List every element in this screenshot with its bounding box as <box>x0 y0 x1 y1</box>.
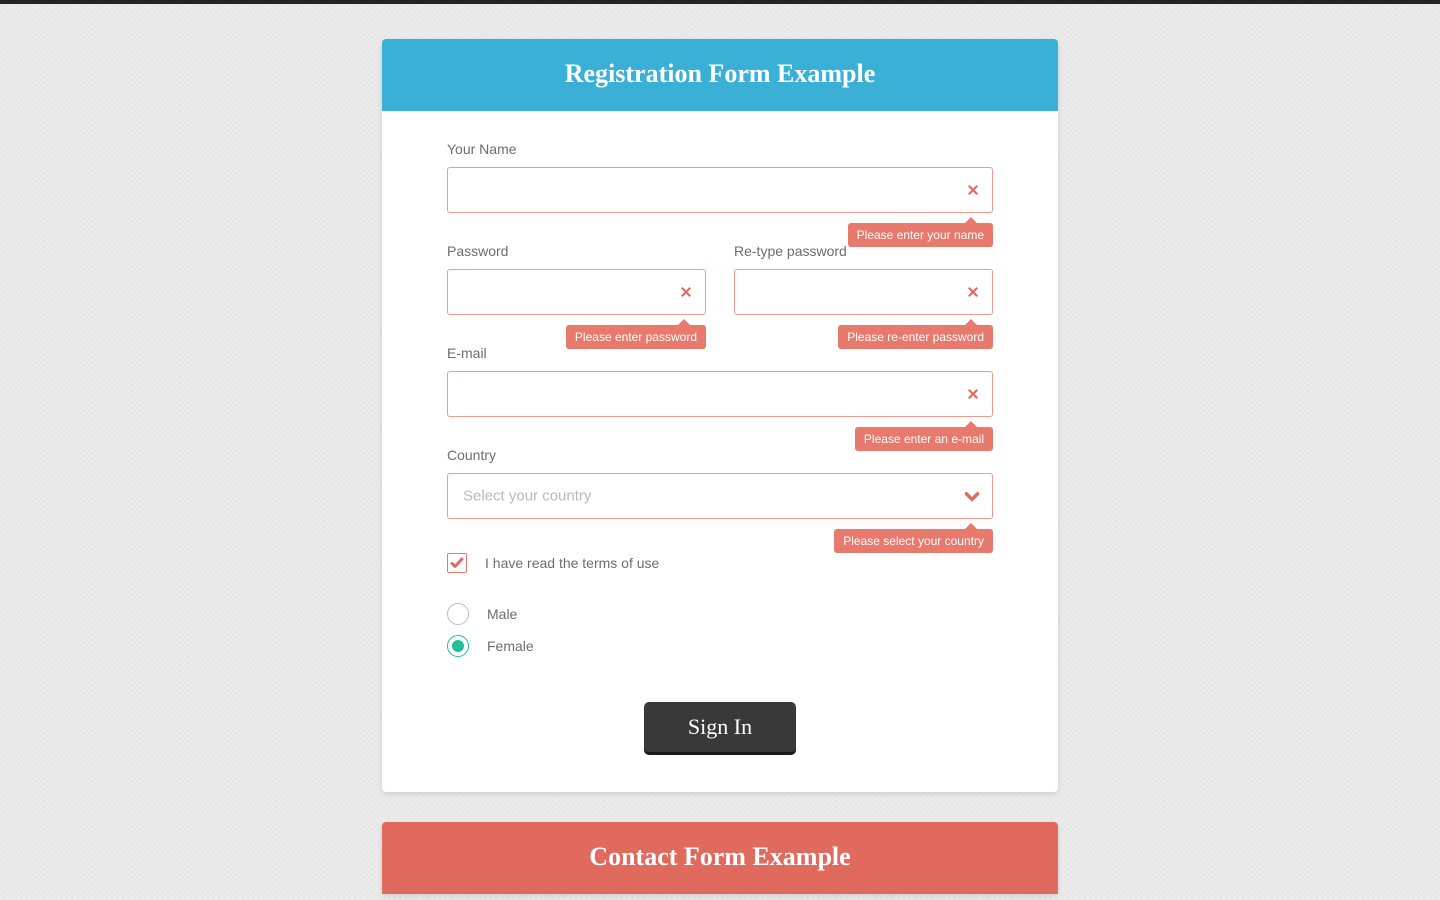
registration-panel: Registration Form Example Your Name Plea… <box>382 39 1058 792</box>
sign-in-label: Sign In <box>688 714 752 739</box>
gender-group: Male Female <box>447 603 993 657</box>
registration-header: Registration Form Example <box>382 39 1058 111</box>
email-input[interactable] <box>447 371 993 417</box>
contact-title: Contact Form Example <box>589 842 850 871</box>
check-icon <box>449 555 465 571</box>
password-group: Password Please enter password <box>447 243 706 315</box>
error-x-icon <box>678 284 694 300</box>
name-label: Your Name <box>447 141 993 157</box>
radio-female[interactable] <box>447 635 469 657</box>
password-label: Password <box>447 243 706 259</box>
chevron-down-icon <box>963 487 981 505</box>
registration-title: Registration Form Example <box>565 59 876 88</box>
repassword-input[interactable] <box>734 269 993 315</box>
contact-panel: Contact Form Example <box>382 822 1058 894</box>
error-x-icon <box>965 284 981 300</box>
password-input[interactable] <box>447 269 706 315</box>
terms-label: I have read the terms of use <box>485 555 659 571</box>
email-group: E-mail Please enter an e-mail <box>447 345 993 417</box>
country-select[interactable] <box>447 473 993 519</box>
terms-checkbox[interactable] <box>447 553 467 573</box>
registration-body: Your Name Please enter your name Passwor… <box>382 111 1058 792</box>
country-group: Country Select your country Please selec… <box>447 447 993 519</box>
repassword-group: Re-type password Please re-enter passwor… <box>734 243 993 315</box>
contact-header: Contact Form Example <box>382 822 1058 894</box>
email-label: E-mail <box>447 345 993 361</box>
name-input[interactable] <box>447 167 993 213</box>
gender-option-male: Male <box>447 603 993 625</box>
terms-row: I have read the terms of use <box>447 553 993 573</box>
radio-dot-icon <box>452 640 464 652</box>
gender-option-female: Female <box>447 635 993 657</box>
country-error-tooltip: Please select your country <box>834 529 993 553</box>
country-label: Country <box>447 447 993 463</box>
radio-male-label: Male <box>487 606 517 622</box>
radio-male[interactable] <box>447 603 469 625</box>
name-group: Your Name Please enter your name <box>447 141 993 213</box>
repassword-label: Re-type password <box>734 243 993 259</box>
sign-in-button[interactable]: Sign In <box>644 702 796 752</box>
radio-female-label: Female <box>487 638 534 654</box>
error-x-icon <box>965 386 981 402</box>
error-x-icon <box>965 182 981 198</box>
